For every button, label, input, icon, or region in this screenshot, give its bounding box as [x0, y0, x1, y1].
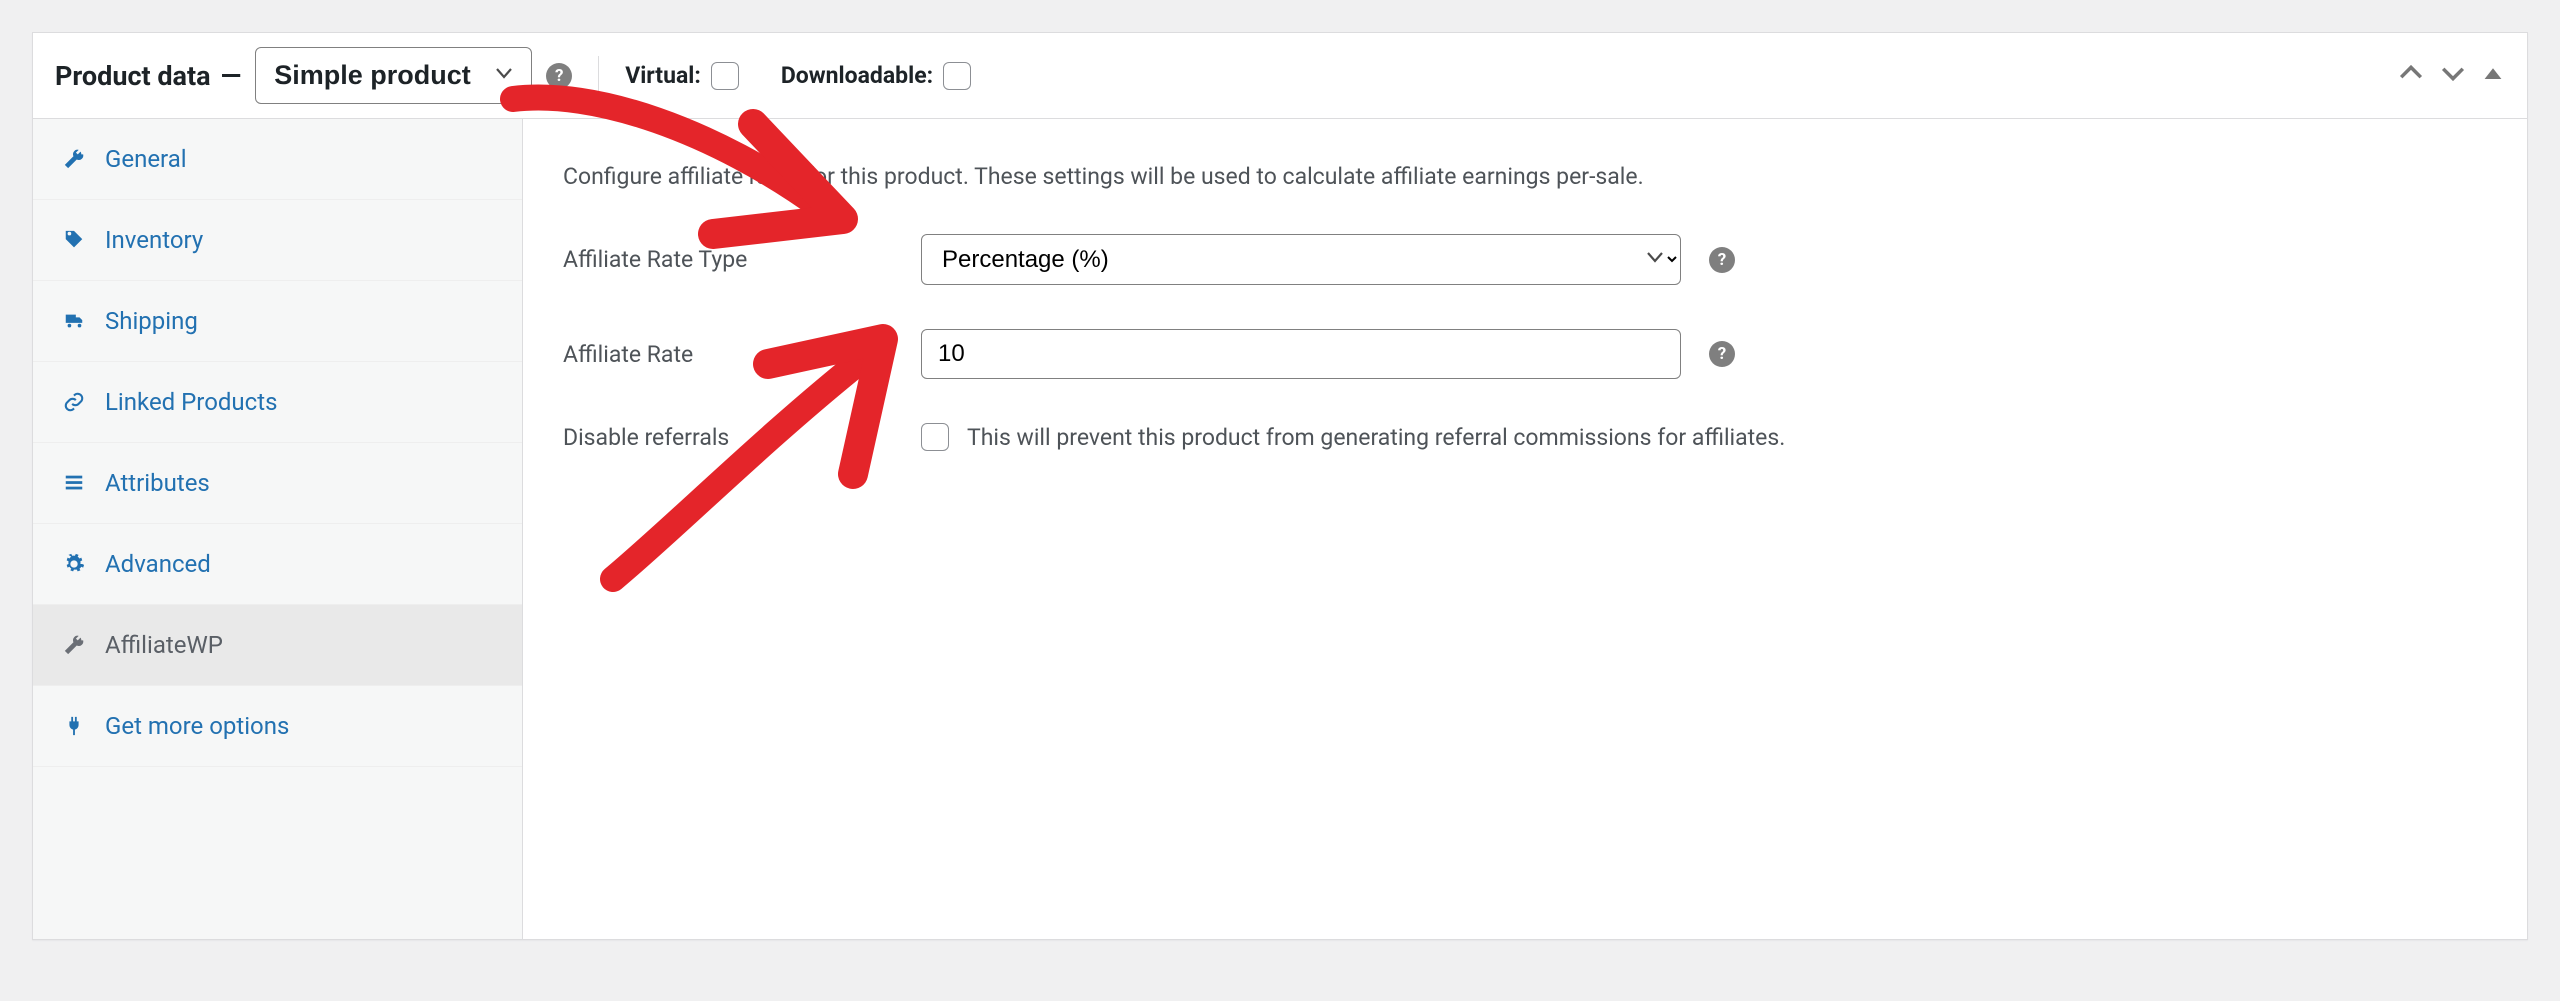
affiliate-rate-type-label: Affiliate Rate Type — [563, 246, 893, 273]
panel-title: Product data — — [55, 60, 241, 92]
wrench-icon — [61, 148, 87, 170]
settings-intro: Configure affiliate rates for this produ… — [563, 163, 2477, 190]
downloadable-label: Downloadable: — [781, 62, 933, 89]
tag-icon — [61, 229, 87, 251]
downloadable-toggle[interactable]: Downloadable: — [781, 62, 971, 90]
row-affiliate-rate: Affiliate Rate ? — [563, 329, 2477, 379]
tab-label: General — [105, 145, 187, 173]
product-type-select-wrap[interactable]: Simple product — [255, 47, 532, 104]
tab-label: AffiliateWP — [105, 631, 223, 659]
plug-icon — [61, 715, 87, 737]
wrench-icon — [61, 634, 87, 656]
tab-general[interactable]: General — [33, 119, 522, 200]
panel-header: Product data — Simple product ? Virtual:… — [33, 33, 2527, 119]
affiliatewp-settings: Configure affiliate rates for this produ… — [523, 119, 2527, 939]
row-affiliate-rate-type: Affiliate Rate Type Percentage (%) ? — [563, 234, 2477, 285]
move-up-icon[interactable] — [2397, 59, 2425, 93]
disable-referrals-description: This will prevent this product from gene… — [967, 424, 1785, 451]
affiliate-rate-input[interactable] — [921, 329, 1681, 379]
panel-body: General Inventory Shipping Linked Produc… — [33, 119, 2527, 939]
virtual-toggle[interactable]: Virtual: — [625, 62, 739, 90]
tab-advanced[interactable]: Advanced — [33, 524, 522, 605]
tab-label: Shipping — [105, 307, 198, 335]
tab-get-more-options[interactable]: Get more options — [33, 686, 522, 767]
divider — [598, 56, 599, 96]
link-icon — [61, 391, 87, 413]
affiliate-rate-type-select-wrap[interactable]: Percentage (%) — [921, 234, 1681, 285]
panel-title-text: Product data — [55, 60, 211, 92]
move-down-icon[interactable] — [2439, 59, 2467, 93]
tab-label: Advanced — [105, 550, 211, 578]
tab-label: Attributes — [105, 469, 210, 497]
affiliate-rate-label: Affiliate Rate — [563, 341, 893, 368]
affiliate-rate-type-select[interactable]: Percentage (%) — [921, 234, 1681, 285]
tab-affiliatewp[interactable]: AffiliateWP — [33, 605, 522, 686]
virtual-checkbox[interactable] — [711, 62, 739, 90]
title-dash: — — [221, 60, 242, 92]
list-icon — [61, 472, 87, 494]
disable-referrals-label: Disable referrals — [563, 424, 893, 451]
tab-linked-products[interactable]: Linked Products — [33, 362, 522, 443]
product-data-panel: Product data — Simple product ? Virtual:… — [32, 32, 2528, 940]
tab-shipping[interactable]: Shipping — [33, 281, 522, 362]
virtual-label: Virtual: — [625, 62, 701, 89]
help-icon[interactable]: ? — [546, 63, 572, 89]
collapse-icon[interactable] — [2481, 61, 2505, 91]
tab-attributes[interactable]: Attributes — [33, 443, 522, 524]
help-icon[interactable]: ? — [1709, 247, 1735, 273]
product-type-select[interactable]: Simple product — [255, 47, 532, 104]
row-disable-referrals: Disable referrals This will prevent this… — [563, 423, 2477, 451]
product-data-tabs: General Inventory Shipping Linked Produc… — [33, 119, 523, 939]
tab-label: Inventory — [105, 226, 203, 254]
disable-referrals-checkbox[interactable] — [921, 423, 949, 451]
tab-inventory[interactable]: Inventory — [33, 200, 522, 281]
help-icon[interactable]: ? — [1709, 341, 1735, 367]
panel-header-actions — [2397, 59, 2505, 93]
truck-icon — [61, 310, 87, 332]
gear-icon — [61, 553, 87, 575]
tab-label: Linked Products — [105, 388, 277, 416]
downloadable-checkbox[interactable] — [943, 62, 971, 90]
tab-label: Get more options — [105, 712, 289, 740]
